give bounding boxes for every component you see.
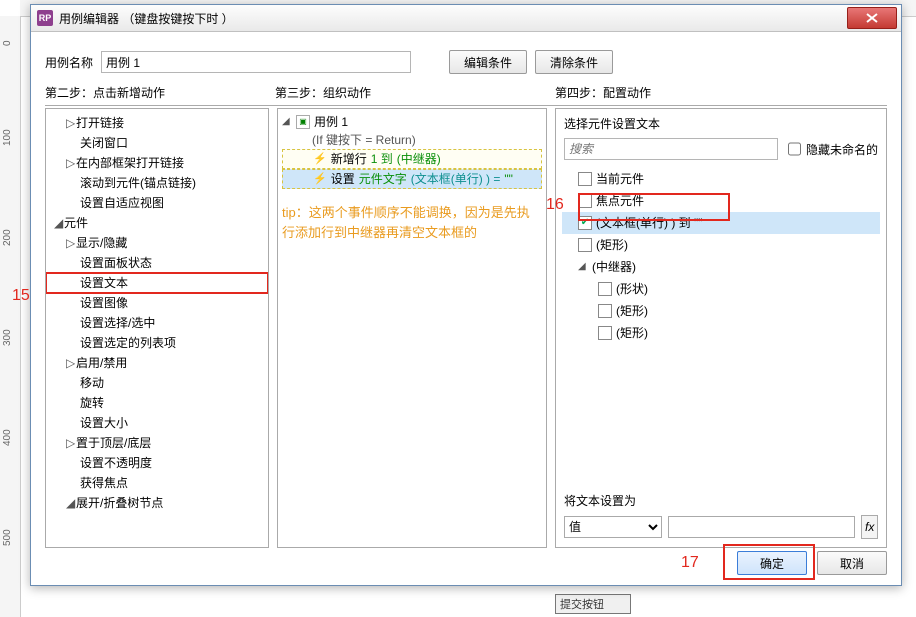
action-item[interactable]: ◢展开/折叠树节点 — [46, 493, 268, 513]
hide-unnamed-cb[interactable] — [788, 139, 801, 159]
checkbox-icon[interactable] — [598, 282, 612, 296]
chevron-right-icon: ▷ — [66, 153, 76, 173]
chevron-right-icon: ▷ — [66, 353, 76, 373]
actions-tree-panel: ▷打开链接 关闭窗口 ▷在内部框架打开链接 滚动到元件(锚点链接) 设置自适应视… — [45, 108, 269, 548]
dialog-buttons: 确定 取消 — [31, 545, 901, 585]
fx-button[interactable]: fx — [861, 515, 878, 539]
chevron-right-icon: ▷ — [66, 113, 76, 133]
widget-item-rect[interactable]: (矩形) — [562, 322, 880, 344]
bolt-icon: ⚡ — [313, 170, 327, 188]
action-item[interactable]: 关闭窗口 — [46, 133, 268, 153]
widget-item-focus[interactable]: 焦点元件 — [562, 190, 880, 212]
action-item[interactable]: 获得焦点 — [46, 473, 268, 493]
edit-condition-button[interactable]: 编辑条件 — [449, 50, 527, 74]
chevron-down-icon: ◢ — [578, 256, 588, 278]
case-name-input[interactable] — [101, 51, 411, 73]
set-text-to-row: 值 fx — [556, 515, 886, 547]
checkbox-icon[interactable] — [598, 326, 612, 340]
search-row: 隐藏未命名的 — [556, 136, 886, 168]
action-item[interactable]: ▷显示/隐藏 — [46, 233, 268, 253]
case-tree: ◢ ▣ 用例 1 (If 键按下 = Return) ⚡ 新增行 1 到 (中继… — [278, 109, 546, 193]
checkbox-icon[interactable]: ✔ — [578, 216, 592, 230]
case-action-set-text[interactable]: ⚡ 设置 元件文字 (文本框(单行) ) = "" — [282, 169, 542, 189]
action-item[interactable]: 设置选择/选中 — [46, 313, 268, 333]
action-item[interactable]: 设置大小 — [46, 413, 268, 433]
ok-button[interactable]: 确定 — [737, 551, 807, 575]
widget-item-textbox[interactable]: ✔ (文本框(单行) ) 到 "" — [562, 212, 880, 234]
chevron-down-icon: ◢ — [282, 113, 292, 131]
hide-unnamed-checkbox[interactable]: 隐藏未命名的 — [784, 136, 878, 162]
action-item[interactable]: 滚动到元件(锚点链接) — [46, 173, 268, 193]
case-action-add-row[interactable]: ⚡ 新增行 1 到 (中继器) — [282, 149, 542, 169]
chevron-right-icon: ▷ — [66, 433, 76, 453]
select-widgets-label: 选择元件设置文本 — [556, 109, 886, 136]
case-editor-dialog: RP 用例编辑器 （键盘按键按下时 ） 用例名称 编辑条件 清除条件 第二步：点… — [30, 4, 902, 586]
app-icon: RP — [37, 10, 53, 26]
chevron-down-icon: ◢ — [66, 493, 76, 513]
set-text-type-select[interactable]: 值 — [564, 516, 662, 538]
case-condition: (If 键按下 = Return) — [282, 131, 542, 149]
organize-actions-panel: ◢ ▣ 用例 1 (If 键按下 = Return) ⚡ 新增行 1 到 (中继… — [277, 108, 547, 548]
action-item[interactable]: ▷打开链接 — [46, 113, 268, 133]
widget-item-repeater[interactable]: ◢ (中继器) — [562, 256, 880, 278]
case-label: 用例 1 — [314, 113, 348, 131]
clear-condition-button[interactable]: 清除条件 — [535, 50, 613, 74]
bolt-icon: ⚡ — [313, 150, 327, 168]
tip-text: tip：这两个事件顺序不能调换，因为是先执行添加行到中继器再清空文本框的 — [278, 193, 546, 243]
case-icon: ▣ — [296, 115, 310, 129]
widget-item-shape[interactable]: (形状) — [562, 278, 880, 300]
action-item[interactable]: 移动 — [46, 373, 268, 393]
widget-item-rect[interactable]: (矩形) — [562, 234, 880, 256]
action-item[interactable]: 设置自适应视图 — [46, 193, 268, 213]
cancel-button[interactable]: 取消 — [817, 551, 887, 575]
action-item[interactable]: 设置选定的列表项 — [46, 333, 268, 353]
action-item[interactable]: ▷置于顶层/底层 — [46, 433, 268, 453]
action-item[interactable]: ▷启用/禁用 — [46, 353, 268, 373]
widget-tree: 当前元件 焦点元件 ✔ (文本框(单行) ) 到 "" (矩形) — [556, 168, 886, 484]
titlebar: RP 用例编辑器 （键盘按键按下时 ） — [31, 5, 901, 32]
set-text-value-input[interactable] — [668, 516, 855, 538]
widget-search-input[interactable] — [564, 138, 778, 160]
close-icon — [866, 13, 878, 23]
checkbox-icon[interactable] — [578, 238, 592, 252]
case-name-row: 用例名称 编辑条件 清除条件 — [31, 32, 901, 84]
canvas-submit-button[interactable]: 提交按钮 — [555, 594, 631, 614]
checkbox-icon[interactable] — [578, 172, 592, 186]
step2-header: 第二步：点击新增动作 — [45, 84, 275, 106]
action-item[interactable]: 旋转 — [46, 393, 268, 413]
widget-item-rect[interactable]: (矩形) — [562, 300, 880, 322]
action-item-set-text[interactable]: 设置文本 — [46, 273, 268, 293]
actions-tree: ▷打开链接 关闭窗口 ▷在内部框架打开链接 滚动到元件(锚点链接) 设置自适应视… — [46, 109, 268, 517]
set-text-to-label: 将文本设置为 — [556, 484, 886, 515]
ruler-left: 0 100 200 300 400 500 — [0, 16, 21, 617]
action-item[interactable]: 设置图像 — [46, 293, 268, 313]
step3-header: 第三步：组织动作 — [275, 84, 555, 106]
panels-row: ▷打开链接 关闭窗口 ▷在内部框架打开链接 滚动到元件(锚点链接) 设置自适应视… — [31, 108, 901, 545]
action-group[interactable]: ◢元件 — [46, 213, 268, 233]
step4-header: 第四步：配置动作 — [555, 84, 887, 106]
window-close-button[interactable] — [847, 7, 897, 29]
checkbox-icon[interactable] — [598, 304, 612, 318]
configure-action-panel: 选择元件设置文本 隐藏未命名的 当前元件 焦点元件 ✔ — [555, 108, 887, 548]
chevron-down-icon: ◢ — [54, 213, 64, 233]
case-name-label: 用例名称 — [45, 54, 93, 71]
action-item[interactable]: ▷在内部框架打开链接 — [46, 153, 268, 173]
step-headers: 第二步：点击新增动作 第三步：组织动作 第四步：配置动作 — [31, 84, 901, 108]
window-title: 用例编辑器 （键盘按键按下时 ） — [59, 10, 234, 27]
hide-unnamed-label: 隐藏未命名的 — [806, 141, 878, 158]
checkbox-icon[interactable] — [578, 194, 592, 208]
widget-item-current[interactable]: 当前元件 — [562, 168, 880, 190]
case-node[interactable]: ◢ ▣ 用例 1 — [282, 113, 542, 131]
chevron-right-icon: ▷ — [66, 233, 76, 253]
action-item[interactable]: 设置不透明度 — [46, 453, 268, 473]
action-item[interactable]: 设置面板状态 — [46, 253, 268, 273]
